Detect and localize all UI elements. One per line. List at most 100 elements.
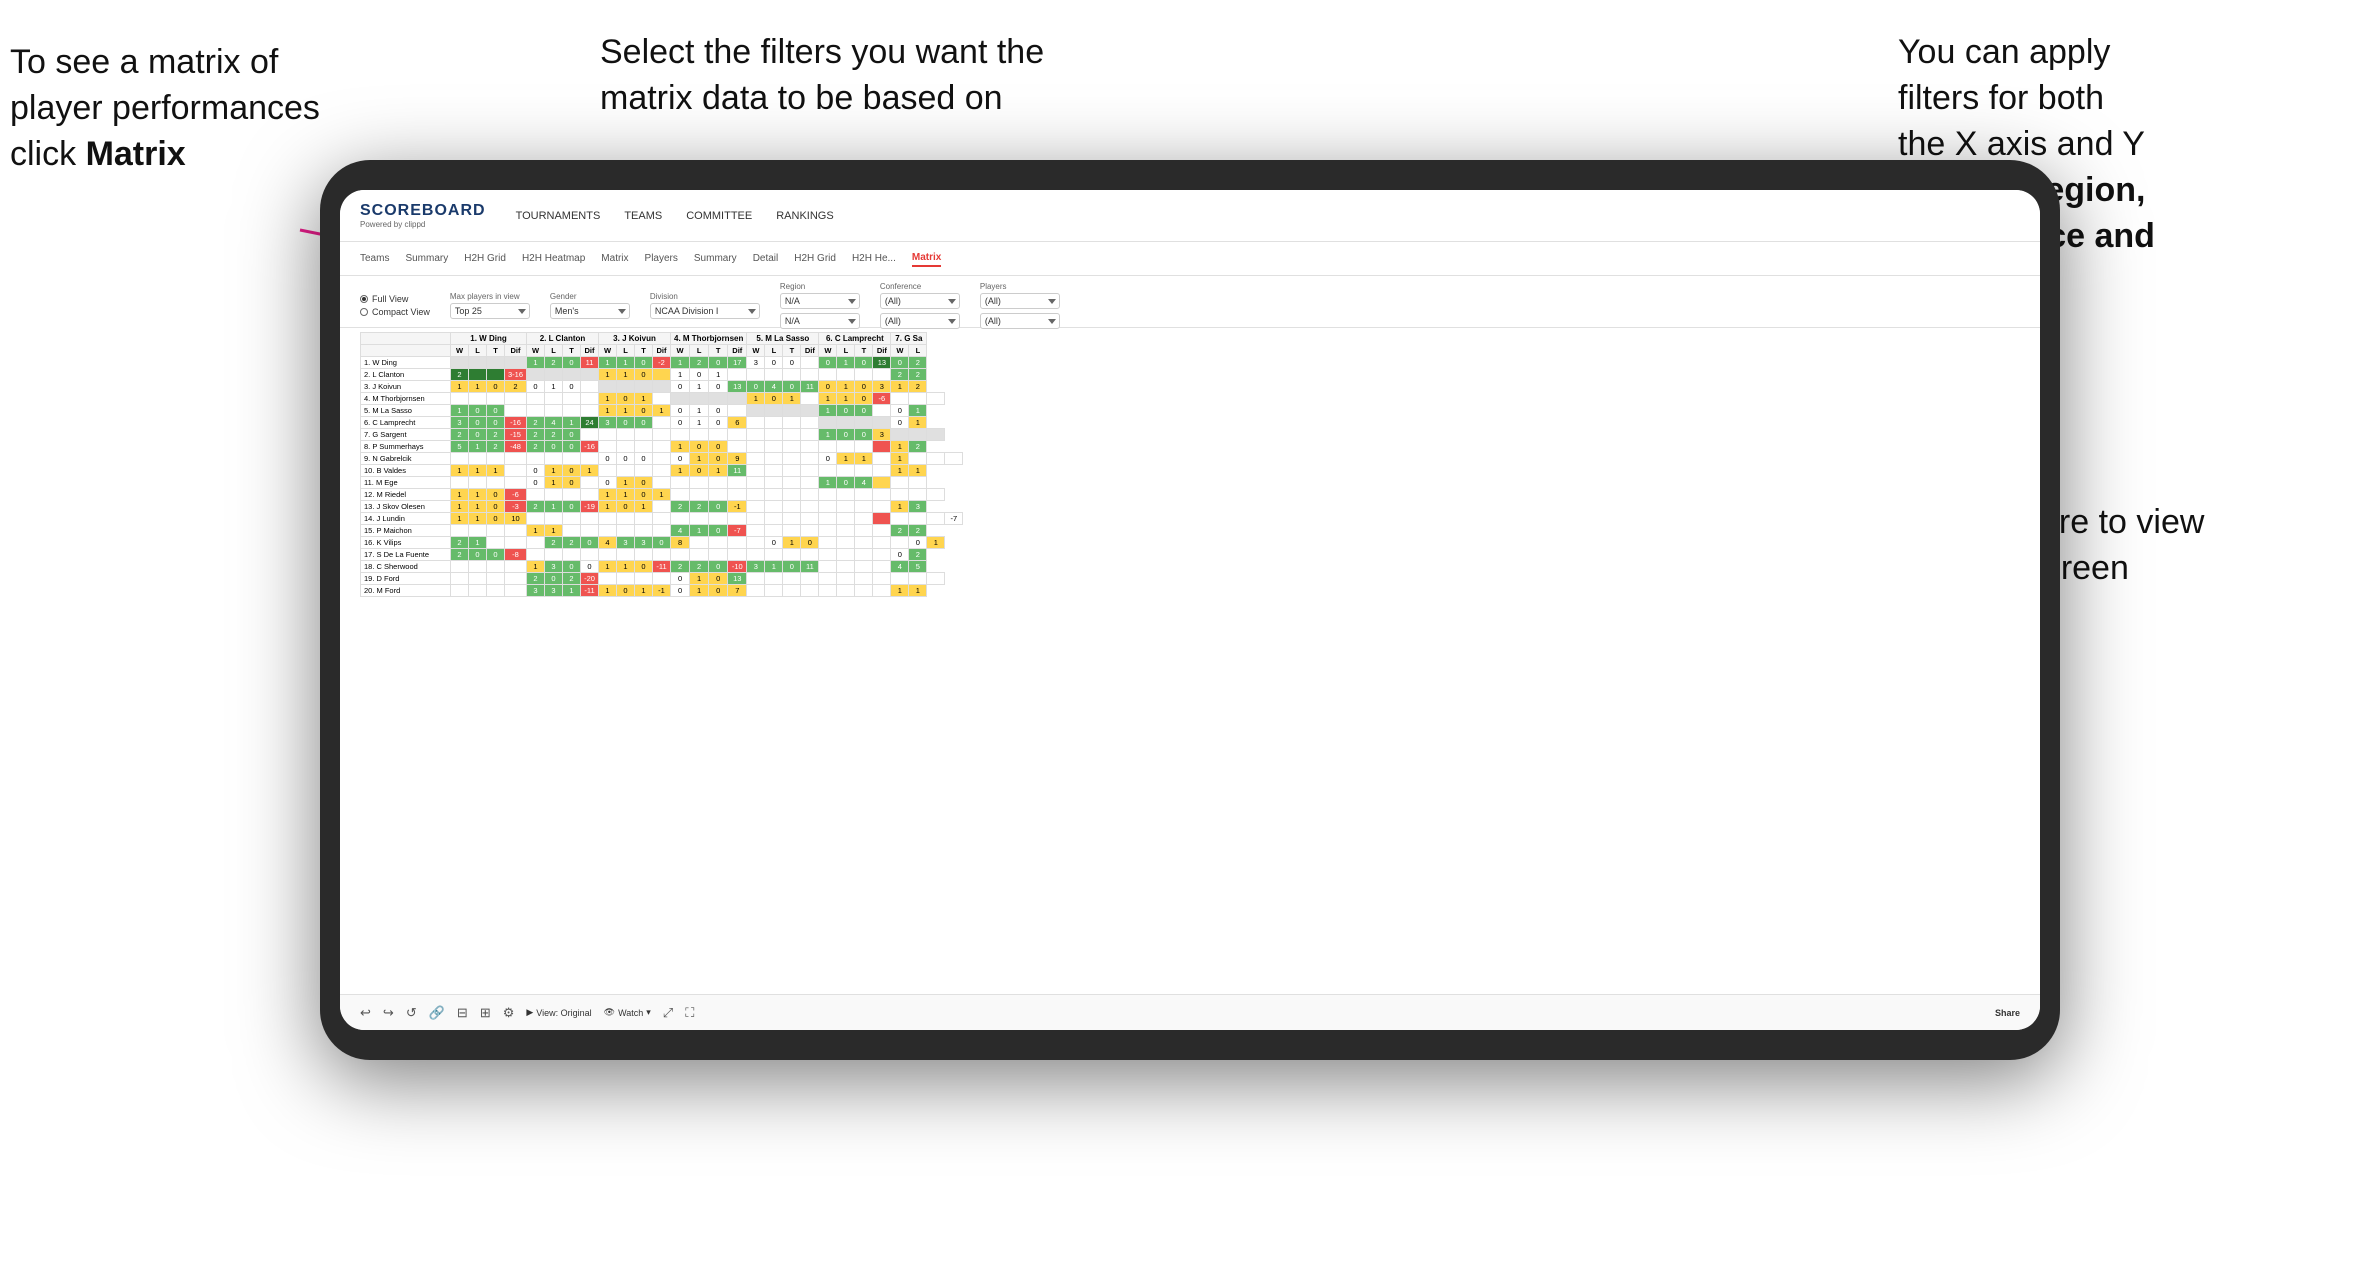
player-name-cell: 19. D Ford <box>361 573 451 585</box>
matrix-cell <box>728 489 747 501</box>
matrix-cell <box>783 525 801 537</box>
matrix-cell <box>765 441 783 453</box>
max-players-select[interactable]: Top 25 <box>450 303 530 319</box>
matrix-cell: 1 <box>563 585 581 597</box>
matrix-cell: 11 <box>581 357 599 369</box>
division-select[interactable]: NCAA Division I <box>650 303 760 319</box>
matrix-cell: 0 <box>891 405 909 417</box>
matrix-cell: -1 <box>728 501 747 513</box>
sec-nav-summary2[interactable]: Summary <box>694 251 737 266</box>
matrix-cell <box>728 441 747 453</box>
table-row: 13. J Skov Olesen110-3210-19101220-113 <box>361 501 963 513</box>
nav-teams[interactable]: TEAMS <box>624 206 662 226</box>
matrix-cell <box>728 393 747 405</box>
full-view-option[interactable]: Full View <box>360 294 430 304</box>
matrix-cell <box>801 441 819 453</box>
settings-icon[interactable]: ⚙ <box>503 1005 515 1021</box>
sec-nav-h2h-grid2[interactable]: H2H Grid <box>794 251 836 266</box>
table-row: 20. M Ford331-11101-1010711 <box>361 585 963 597</box>
matrix-cell <box>801 525 819 537</box>
sec-nav-matrix-left[interactable]: Matrix <box>601 251 628 266</box>
region-select2[interactable]: N/A <box>780 313 860 329</box>
matrix-cell: -2 <box>653 357 671 369</box>
matrix-cell <box>909 429 927 441</box>
matrix-cell: 0 <box>891 417 909 429</box>
matrix-cell <box>653 369 671 381</box>
matrix-cell: 3 <box>599 417 617 429</box>
sec-nav-matrix-active[interactable]: Matrix <box>912 250 941 267</box>
full-view-radio[interactable] <box>360 295 368 303</box>
matrix-cell: 1 <box>690 525 709 537</box>
link-icon[interactable]: 🔗 <box>429 1005 445 1021</box>
matrix-cell: 0 <box>855 429 873 441</box>
col-header-4: 4. M Thorbjornsen <box>671 333 747 345</box>
matrix-cell: 4 <box>599 537 617 549</box>
matrix-cell: 1 <box>909 585 927 597</box>
matrix-cell <box>747 369 765 381</box>
matrix-cell: 4 <box>671 525 690 537</box>
fullscreen-icon[interactable]: ⛶ <box>685 1005 694 1021</box>
matrix-cell: 0 <box>563 477 581 489</box>
nav-tournaments[interactable]: TOURNAMENTS <box>516 206 601 226</box>
sec-nav-players[interactable]: Players <box>645 251 678 266</box>
sec-nav-h2h-grid[interactable]: H2H Grid <box>464 251 506 266</box>
matrix-cell <box>783 573 801 585</box>
matrix-cell <box>545 405 563 417</box>
watch-btn[interactable]: 👁 Watch ▾ <box>604 1007 651 1018</box>
matrix-cell: -16 <box>581 441 599 453</box>
matrix-cell: 2 <box>671 501 690 513</box>
conference-select2[interactable]: (All) <box>880 313 960 329</box>
matrix-cell <box>819 465 837 477</box>
gender-select[interactable]: Men's <box>550 303 630 319</box>
compact-view-radio[interactable] <box>360 308 368 316</box>
zoom-in-icon[interactable]: ⊞ <box>480 1005 491 1021</box>
sec-nav-h2hhe[interactable]: H2H He... <box>852 251 896 266</box>
matrix-cell <box>451 393 469 405</box>
matrix-cell <box>873 405 891 417</box>
matrix-cell <box>581 549 599 561</box>
region-select[interactable]: N/A <box>780 293 860 309</box>
matrix-cell <box>505 537 527 549</box>
sec-nav-h2h-heatmap[interactable]: H2H Heatmap <box>522 251 585 266</box>
matrix-cell <box>469 369 487 381</box>
matrix-cell <box>469 477 487 489</box>
matrix-cell: -15 <box>505 429 527 441</box>
share-button[interactable]: Share <box>1995 1008 2020 1018</box>
matrix-cell: 0 <box>653 537 671 549</box>
player-name-cell: 9. N Gabrelcik <box>361 453 451 465</box>
matrix-cell <box>581 513 599 525</box>
table-row: 10. B Valdes11101011011111 <box>361 465 963 477</box>
nav-rankings[interactable]: RANKINGS <box>776 206 833 226</box>
table-row: 2. L Clanton23-1611010122 <box>361 369 963 381</box>
sec-nav-detail[interactable]: Detail <box>753 251 779 266</box>
matrix-cell <box>671 489 690 501</box>
matrix-cell <box>873 441 891 453</box>
matrix-cell <box>563 525 581 537</box>
matrix-cell <box>819 501 837 513</box>
zoom-out-icon[interactable]: ⊟ <box>457 1005 468 1021</box>
matrix-cell: 3 <box>635 537 653 549</box>
matrix-cell: 2 <box>891 525 909 537</box>
matrix-cell <box>653 477 671 489</box>
matrix-cell <box>635 573 653 585</box>
matrix-cell: 0 <box>563 357 581 369</box>
compact-view-option[interactable]: Compact View <box>360 307 430 317</box>
sec-nav-teams[interactable]: Teams <box>360 251 389 266</box>
refresh-icon[interactable]: ↺ <box>406 1005 417 1021</box>
players-select[interactable]: (All) <box>980 293 1060 309</box>
matrix-cell: 11 <box>728 465 747 477</box>
nav-committee[interactable]: COMMITTEE <box>686 206 752 226</box>
expand-icon[interactable]: ⤢ <box>663 1005 673 1021</box>
conference-select[interactable]: (All) <box>880 293 960 309</box>
matrix-cell <box>855 465 873 477</box>
matrix-cell <box>545 393 563 405</box>
matrix-cell: 1 <box>617 477 635 489</box>
sec-nav-summary[interactable]: Summary <box>405 251 448 266</box>
redo-icon[interactable]: ↪ <box>383 1005 394 1021</box>
player-name-cell: 2. L Clanton <box>361 369 451 381</box>
view-original-btn[interactable]: ▶ View: Original <box>526 1007 591 1018</box>
undo-icon[interactable]: ↩ <box>360 1005 371 1021</box>
players-select2[interactable]: (All) <box>980 313 1060 329</box>
matrix-cell <box>653 417 671 429</box>
matrix-cell <box>487 525 505 537</box>
